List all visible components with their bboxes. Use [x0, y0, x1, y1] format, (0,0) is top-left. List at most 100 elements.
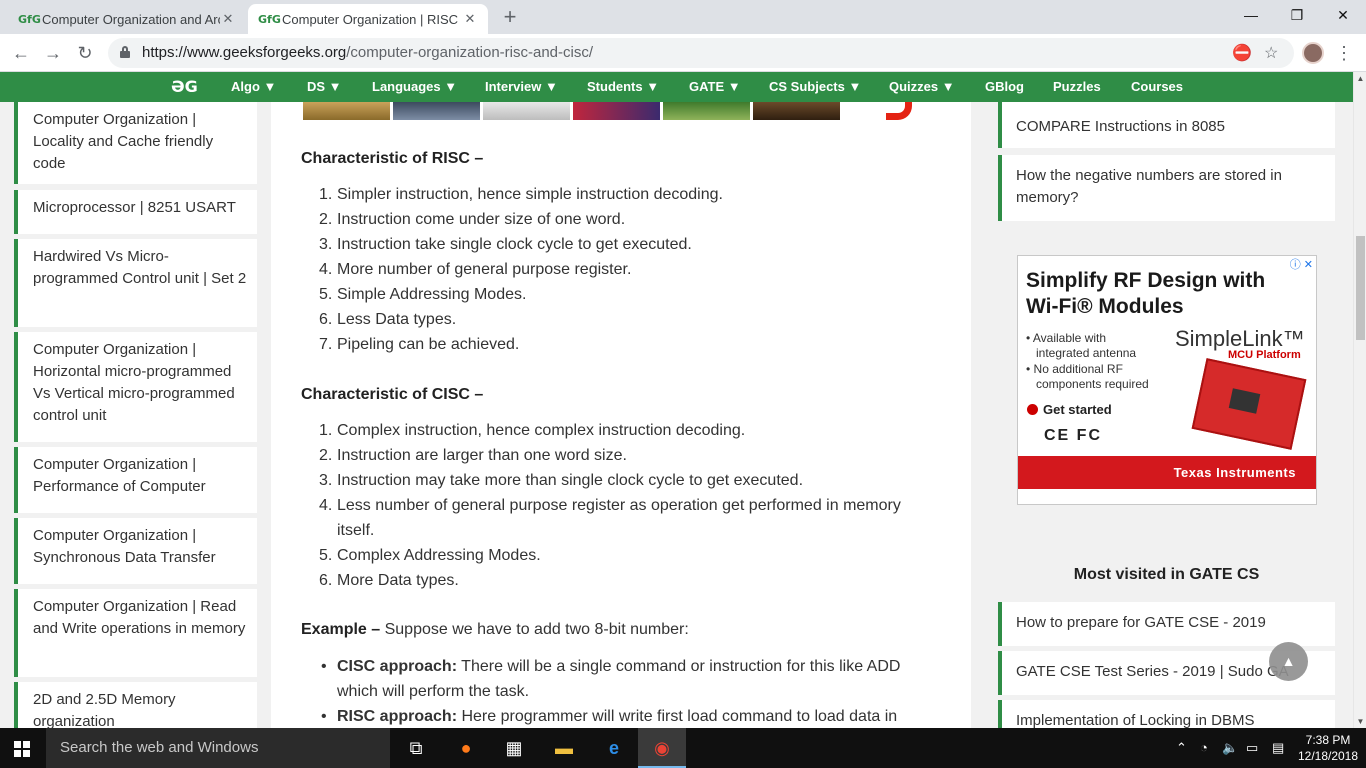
list-item: 6. Less Data types. — [319, 311, 457, 328]
sidebar-link[interactable]: Hardwired Vs Micro-programmed Control un… — [14, 239, 257, 327]
ad-headline: Simplify RF Design with Wi-Fi® Modules — [1026, 269, 1266, 318]
nav-cs-subjects[interactable]: CS Subjects ▼ — [769, 79, 861, 94]
list-item: 7. Pipeling can be achieved. — [319, 336, 520, 353]
ad-bullet: components required — [1036, 377, 1149, 391]
cisc-list: 1. Complex instruction, hence complex ins… — [301, 418, 921, 593]
circuit-board-image — [1191, 358, 1307, 450]
sidebar-link[interactable]: COMPARE Instructions in 8085 — [998, 102, 1335, 148]
tab-title: Computer Organization | RISC an — [282, 11, 462, 27]
new-tab-button[interactable]: + — [498, 5, 522, 29]
scrollbar-thumb[interactable] — [1356, 236, 1365, 340]
tab-title: Computer Organization and Arch — [42, 11, 220, 27]
play-icon — [1027, 404, 1038, 415]
notifications-icon[interactable]: ▤ — [1272, 728, 1284, 768]
tab-close-icon[interactable]: ✕ — [462, 11, 478, 27]
nav-students[interactable]: Students ▼ — [587, 79, 659, 94]
taskbar-search-input[interactable]: Search the web and Windows — [46, 728, 390, 768]
nav-interview[interactable]: Interview ▼ — [485, 79, 558, 94]
nav-gate[interactable]: GATE ▼ — [689, 79, 741, 94]
example-paragraph: Example – Suppose we have to add two 8-b… — [301, 621, 689, 638]
list-item: 5. Simple Addressing Modes. — [319, 286, 527, 303]
chrome-icon[interactable]: ◉ — [638, 728, 686, 768]
nav-quizzes[interactable]: Quizzes ▼ — [889, 79, 955, 94]
ad-bullet: integrated antenna — [1036, 346, 1137, 360]
advertisement[interactable]: ⓘ ✕ Simplify RF Design with Wi-Fi® Module… — [1017, 255, 1317, 505]
browser-toolbar: ← → ↻ https://www.geeksforgeeks.org/comp… — [0, 34, 1366, 72]
edge-icon[interactable]: e — [590, 728, 638, 768]
minimize-button[interactable]: — — [1228, 0, 1274, 32]
list-item: 4. More number of general purpose registe… — [319, 261, 632, 278]
list-item: 1. Simpler instruction, hence simple inst… — [319, 186, 723, 203]
list-item: • RISC approach: Here programmer will wri… — [321, 708, 898, 725]
ad-cta[interactable]: Get started — [1027, 402, 1112, 417]
browser-tab-1[interactable]: GfG Computer Organization and Arch ✕ — [8, 4, 246, 34]
scroll-up-arrow-icon[interactable]: ▲ — [1354, 72, 1366, 85]
forward-arrow-icon[interactable]: → — [40, 40, 66, 66]
nav-ds[interactable]: DS ▼ — [307, 79, 342, 94]
list-item: 1. Complex instruction, hence complex ins… — [319, 422, 746, 439]
scroll-down-arrow-icon[interactable]: ▼ — [1354, 715, 1366, 728]
site-nav-bar: ƏG Algo ▼ DS ▼ Languages ▼ Interview ▼ S… — [0, 72, 1353, 102]
sidebar-link[interactable]: How to prepare for GATE CSE - 2019 — [998, 602, 1335, 646]
address-bar[interactable]: https://www.geeksforgeeks.org/computer-o… — [108, 38, 1294, 68]
sidebar-link[interactable]: Computer Organization | Synchronous Data… — [14, 518, 257, 584]
sidebar-link[interactable]: How the negative numbers are stored in m… — [998, 155, 1335, 221]
tab-close-icon[interactable]: ✕ — [220, 11, 236, 27]
nav-gblog[interactable]: GBlog — [985, 79, 1024, 94]
nav-languages[interactable]: Languages ▼ — [372, 79, 457, 94]
wifi-icon[interactable]: ◔ — [1200, 728, 1208, 768]
page-scrollbar[interactable]: ▲ ▼ — [1353, 72, 1366, 728]
chrome-menu-icon[interactable]: ⋮ — [1334, 40, 1354, 66]
sidebar-link[interactable]: Implementation of Locking in DBMS — [998, 700, 1335, 728]
volume-icon[interactable]: 🔈 — [1222, 728, 1238, 768]
sidebar-link[interactable]: Computer Organization | Horizontal micro… — [14, 332, 257, 442]
back-to-top-button[interactable]: ▲ — [1269, 642, 1308, 681]
close-window-button[interactable]: ✕ — [1320, 0, 1366, 32]
sidebar-link[interactable]: Microprocessor | 8251 USART — [14, 190, 257, 234]
article-body: Characteristic of RISC – 1. Simpler instr… — [271, 102, 971, 728]
windows-start-icon[interactable] — [14, 741, 30, 757]
sidebar-link[interactable]: Computer Organization | Read and Write o… — [14, 589, 257, 677]
gfg-logo[interactable]: ƏG — [171, 77, 198, 96]
list-item: 3. Instruction take single clock cycle to… — [319, 236, 692, 253]
file-explorer-icon[interactable]: ▬ — [540, 728, 588, 768]
list-item: 2. Instruction come under size of one wor… — [319, 211, 626, 228]
ad-footer-brand: Texas Instruments — [1018, 456, 1316, 489]
bookmark-star-icon[interactable]: ☆ — [1264, 43, 1278, 63]
taskbar-clock[interactable]: 7:38 PM 12/18/2018 — [1296, 732, 1360, 764]
list-item: 5. Complex Addressing Modes. — [319, 547, 541, 564]
most-visited-heading: Most visited in GATE CS — [1073, 566, 1260, 583]
browser-tab-2[interactable]: GfG Computer Organization | RISC an ✕ — [248, 4, 488, 34]
sidebar-link[interactable]: Computer Organization | Performance of C… — [14, 447, 257, 513]
risc-list: 1. Simpler instruction, hence simple inst… — [301, 182, 941, 357]
reload-icon[interactable]: ↻ — [72, 40, 98, 66]
list-item: 6. More Data types. — [319, 572, 459, 589]
gfg-favicon-icon: GfG — [18, 12, 41, 26]
nav-courses[interactable]: Courses — [1131, 79, 1183, 94]
profile-avatar[interactable] — [1302, 42, 1324, 64]
sidebar-link[interactable]: Computer Organization | Locality and Cac… — [14, 102, 257, 184]
url-text: https://www.geeksforgeeks.org/computer-o… — [142, 44, 594, 61]
sidebar-link[interactable]: 2D and 2.5D Memory organization — [14, 682, 257, 728]
ad-brand-sub: MCU Platform — [1228, 349, 1301, 361]
firefox-icon[interactable]: ● — [442, 728, 490, 768]
store-icon[interactable]: ▦ — [490, 728, 538, 768]
nav-algo[interactable]: Algo ▼ — [231, 79, 276, 94]
right-sidebar: COMPARE Instructions in 8085 How the neg… — [972, 102, 1353, 728]
windows-taskbar: Search the web and Windows ⧉ ● ▦ ▬ e ◉ ⌃… — [0, 728, 1366, 768]
back-arrow-icon[interactable]: ← — [8, 40, 34, 66]
maximize-button[interactable]: ❐ — [1274, 0, 1320, 32]
blocked-popup-icon[interactable]: ⛔ — [1232, 43, 1252, 63]
ad-bullet: • Available with — [1026, 331, 1107, 345]
list-item: 3. Instruction may take more than single … — [319, 472, 804, 489]
nav-puzzles[interactable]: Puzzles — [1053, 79, 1101, 94]
tray-chevron-icon[interactable]: ⌃ — [1176, 728, 1187, 768]
list-item: 4. Less number of general purpose registe… — [319, 497, 901, 539]
lock-icon — [120, 46, 130, 58]
list-item: 2. Instruction are larger than one word s… — [319, 447, 627, 464]
approach-list: • CISC approach: There will be a single c… — [301, 654, 941, 728]
keyboard-icon[interactable]: ▭ — [1246, 728, 1258, 768]
cisc-heading: Characteristic of CISC – — [301, 386, 484, 403]
task-view-icon[interactable]: ⧉ — [392, 728, 440, 768]
ad-choices-icon[interactable]: ⓘ ✕ — [1286, 256, 1316, 272]
